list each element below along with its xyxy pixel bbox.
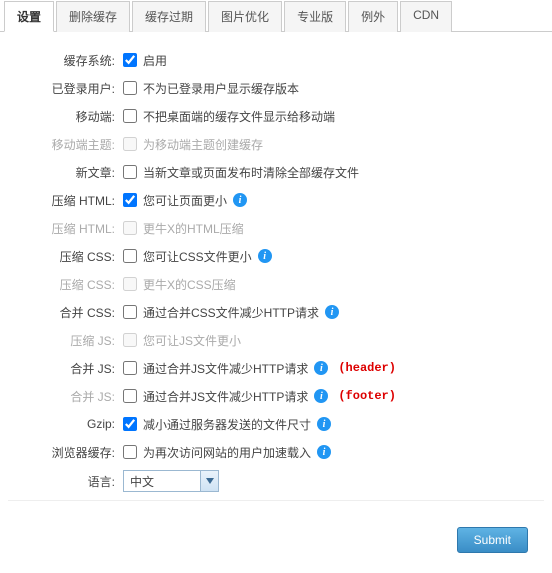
- chevron-down-icon: [200, 471, 218, 491]
- combine-css-checkbox[interactable]: [123, 305, 137, 319]
- gzip-checkbox[interactable]: [123, 417, 137, 431]
- browser-cache-label: 浏览器缓存:: [8, 444, 123, 461]
- mobile-checkbox[interactable]: [123, 109, 137, 123]
- tab-image-opt[interactable]: 图片优化: [208, 1, 282, 32]
- tabs-bar: 设置 删除缓存 缓存过期 图片优化 专业版 例外 CDN: [0, 0, 552, 32]
- compress-css-checkbox[interactable]: [123, 249, 137, 263]
- gzip-text: 减小通过服务器发送的文件尺寸: [143, 416, 311, 433]
- compress-html2-label: 压缩 HTML:: [8, 220, 123, 237]
- tab-settings[interactable]: 设置: [4, 1, 54, 32]
- submit-button[interactable]: Submit: [457, 527, 528, 553]
- combine-js-header-text: 通过合并JS文件减少HTTP请求: [143, 360, 308, 377]
- compress-css-text: 您可让CSS文件更小: [143, 248, 252, 265]
- language-select[interactable]: 中文: [123, 470, 219, 492]
- compress-html-text: 您可让页面更小: [143, 192, 227, 209]
- language-label: 语言:: [8, 473, 123, 490]
- cache-system-checkbox[interactable]: [123, 53, 137, 67]
- compress-css2-checkbox: [123, 277, 137, 291]
- mobile-label: 移动端:: [8, 108, 123, 125]
- compress-js-text: 您可让JS文件更小: [143, 332, 241, 349]
- gzip-label: Gzip:: [8, 417, 123, 431]
- mobile-theme-label: 移动端主题:: [8, 136, 123, 153]
- language-value: 中文: [124, 473, 200, 490]
- logged-in-checkbox[interactable]: [123, 81, 137, 95]
- combine-js-header-checkbox[interactable]: [123, 361, 137, 375]
- mobile-theme-checkbox: [123, 137, 137, 151]
- combine-css-text: 通过合并CSS文件减少HTTP请求: [143, 304, 319, 321]
- compress-css-label: 压缩 CSS:: [8, 248, 123, 265]
- compress-html-label: 压缩 HTML:: [8, 192, 123, 209]
- cache-system-label: 缓存系统:: [8, 52, 123, 69]
- new-post-checkbox[interactable]: [123, 165, 137, 179]
- combine-js-footer-checkbox[interactable]: [123, 389, 137, 403]
- info-icon[interactable]: i: [258, 249, 272, 263]
- combine-js-footer-suffix: (footer): [338, 389, 396, 403]
- tab-pro[interactable]: 专业版: [284, 1, 346, 32]
- combine-css-label: 合并 CSS:: [8, 304, 123, 321]
- info-icon[interactable]: i: [317, 445, 331, 459]
- compress-html-checkbox[interactable]: [123, 193, 137, 207]
- combine-js-footer-label: 合并 JS:: [8, 388, 123, 405]
- divider: [8, 500, 544, 501]
- tab-exception[interactable]: 例外: [348, 1, 398, 32]
- new-post-text: 当新文章或页面发布时清除全部缓存文件: [143, 164, 359, 181]
- compress-html2-checkbox: [123, 221, 137, 235]
- combine-js-header-suffix: (header): [338, 361, 396, 375]
- info-icon[interactable]: i: [325, 305, 339, 319]
- tab-delete-cache[interactable]: 删除缓存: [56, 1, 130, 32]
- compress-css2-text: 更牛X的CSS压缩: [143, 276, 236, 293]
- compress-css2-label: 压缩 CSS:: [8, 276, 123, 293]
- tab-cdn[interactable]: CDN: [400, 1, 452, 32]
- tab-cache-expire[interactable]: 缓存过期: [132, 1, 206, 32]
- browser-cache-checkbox[interactable]: [123, 445, 137, 459]
- compress-js-label: 压缩 JS:: [8, 332, 123, 349]
- mobile-text: 不把桌面端的缓存文件显示给移动端: [143, 108, 335, 125]
- combine-js-header-label: 合并 JS:: [8, 360, 123, 377]
- mobile-theme-text: 为移动端主题创建缓存: [143, 136, 263, 153]
- compress-html2-text: 更牛X的HTML压缩: [143, 220, 244, 237]
- info-icon[interactable]: i: [314, 361, 328, 375]
- cache-system-text: 启用: [143, 52, 167, 69]
- info-icon[interactable]: i: [233, 193, 247, 207]
- browser-cache-text: 为再次访问网站的用户加速载入: [143, 444, 311, 461]
- combine-js-footer-text: 通过合并JS文件减少HTTP请求: [143, 388, 308, 405]
- logged-in-text: 不为已登录用户显示缓存版本: [143, 80, 299, 97]
- info-icon[interactable]: i: [317, 417, 331, 431]
- logged-in-label: 已登录用户:: [8, 80, 123, 97]
- settings-panel: 缓存系统: 启用 已登录用户: 不为已登录用户显示缓存版本 移动端: 不把桌面端…: [0, 32, 552, 573]
- new-post-label: 新文章:: [8, 164, 123, 181]
- info-icon[interactable]: i: [314, 389, 328, 403]
- compress-js-checkbox: [123, 333, 137, 347]
